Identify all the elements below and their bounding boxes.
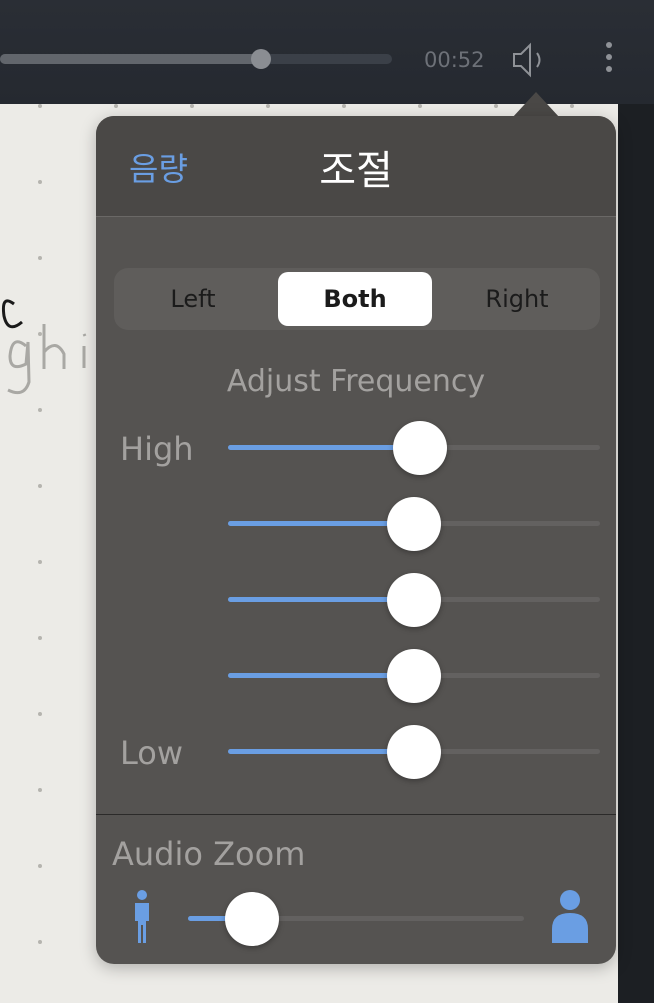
paper-dot	[38, 104, 42, 108]
paper-dot	[494, 104, 498, 108]
channel-segmented-control: Left Both Right	[114, 268, 600, 330]
audio-zoom-section: Audio Zoom	[96, 814, 616, 964]
paper-dot	[38, 332, 42, 336]
player-bar: 00:52	[0, 0, 654, 104]
low-label: Low	[120, 734, 184, 772]
paper-dot	[38, 484, 42, 488]
paper-dot	[38, 712, 42, 716]
frequency-section-title: Adjust Frequency	[226, 364, 486, 399]
playback-time: 00:52	[424, 48, 485, 72]
paper-dot	[38, 560, 42, 564]
paper-dot	[38, 180, 42, 184]
paper-dot	[38, 256, 42, 260]
slider-knob[interactable]	[392, 421, 447, 475]
paper-dot	[38, 864, 42, 868]
paper-dot	[570, 104, 574, 108]
popover-title: 조절	[319, 148, 393, 194]
paper-dot	[38, 788, 42, 792]
dark-margin	[618, 104, 654, 1003]
segment-left[interactable]: Left	[116, 272, 270, 326]
speaker-icon[interactable]	[510, 40, 546, 80]
frequency-slider-4[interactable]	[228, 649, 600, 703]
segment-both[interactable]: Both	[278, 272, 432, 326]
more-vertical-icon[interactable]	[598, 42, 620, 78]
audio-zoom-slider[interactable]	[188, 892, 524, 946]
paper-dot	[114, 104, 118, 108]
paper-dot	[418, 104, 422, 108]
frequency-slider-5[interactable]	[228, 725, 600, 779]
paper-dot	[38, 940, 42, 944]
high-label: High	[120, 430, 194, 468]
slider-knob[interactable]	[224, 892, 279, 946]
progress-slider[interactable]	[0, 49, 392, 69]
paper-dot	[38, 636, 42, 640]
paper-dot	[342, 104, 346, 108]
slider-knob[interactable]	[387, 497, 441, 551]
frequency-slider-3[interactable]	[228, 573, 600, 627]
progress-fill	[0, 54, 262, 64]
popover-header: 음량 조절	[96, 116, 616, 217]
slider-knob[interactable]	[387, 725, 441, 779]
person-small-icon	[132, 889, 152, 945]
slider-knob[interactable]	[387, 649, 441, 703]
paper-dot	[266, 104, 270, 108]
person-large-icon	[548, 889, 592, 945]
audio-zoom-title: Audio Zoom	[112, 835, 306, 873]
segment-right[interactable]: Right	[440, 272, 594, 326]
frequency-slider-2[interactable]	[228, 497, 600, 551]
progress-knob[interactable]	[251, 49, 272, 69]
paper-dot	[38, 408, 42, 412]
popover-arrow	[512, 92, 560, 118]
handwriting-sketch	[0, 264, 106, 419]
frequency-slider-1[interactable]	[228, 421, 600, 475]
slider-fill	[228, 445, 420, 450]
paper-dot	[190, 104, 194, 108]
equalizer-popover: 음량 조절 Left Both Right Adjust Frequency H…	[96, 116, 616, 964]
slider-knob[interactable]	[387, 573, 441, 627]
